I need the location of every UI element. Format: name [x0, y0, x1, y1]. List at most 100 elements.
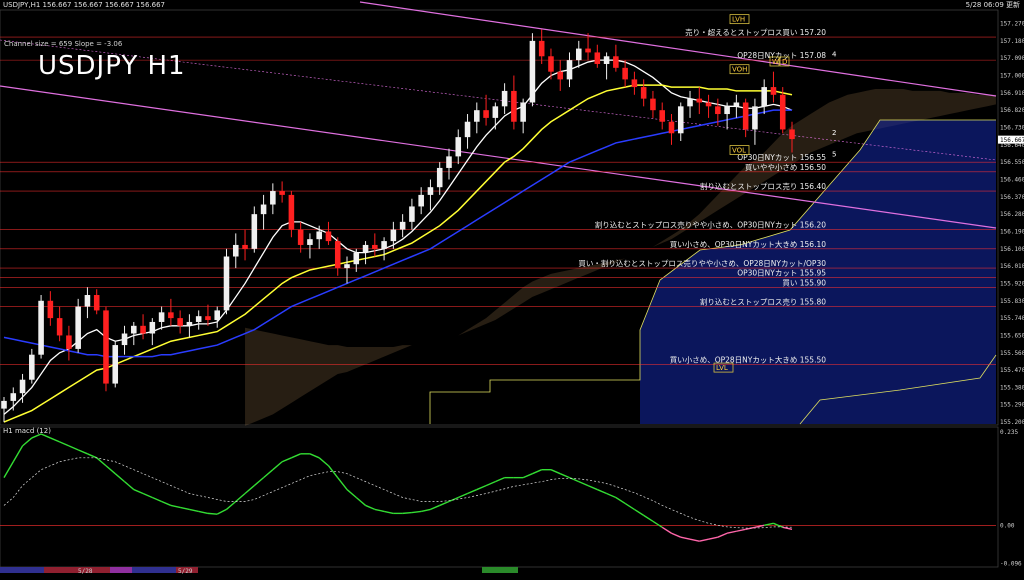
price-tick-label: 156.820 — [1000, 107, 1024, 114]
candle-body — [372, 244, 378, 249]
candle-body — [585, 48, 591, 53]
candle-body — [121, 333, 128, 346]
candle-body — [668, 121, 675, 134]
time-tick-label: 5/28 — [78, 568, 93, 575]
candle-body — [696, 98, 703, 103]
candle-body — [56, 318, 63, 336]
price-tick-label: 155.920 — [1000, 280, 1024, 287]
candle-body — [594, 52, 601, 64]
session-bar — [110, 567, 132, 573]
price-tick-label: 157.090 — [1000, 55, 1024, 62]
candle-body — [390, 229, 397, 242]
candle-body — [168, 312, 174, 319]
chart-window: 売り・超えるとストップロス買い 157.20 OP28日NYカット 157.08 O… — [0, 0, 1024, 576]
candle-body — [742, 102, 749, 130]
candle-body — [436, 167, 443, 188]
price-tick-label: 156.100 — [1000, 246, 1024, 253]
price-chart-svg[interactable]: 売り・超えるとストップロス買い 157.20OP28日NYカット 157.08O… — [0, 0, 1024, 576]
candle-body — [112, 345, 119, 384]
candle-body — [640, 87, 647, 99]
candle-body — [520, 102, 526, 122]
channel-info: Channel size = 659 Slope = -3.06 — [4, 40, 123, 48]
price-tick-label: 155.200 — [1000, 419, 1024, 426]
candle-body — [501, 90, 508, 107]
candle-body — [214, 310, 221, 321]
candle-body — [242, 244, 248, 249]
candle-body — [557, 71, 564, 80]
macd-title: H1 macd (12) — [3, 427, 51, 435]
candle-body — [344, 264, 350, 269]
candle-body — [131, 325, 137, 334]
marker-label: LVH — [732, 16, 745, 24]
current-price-label: 156.667 — [1000, 137, 1024, 144]
candle-body — [705, 102, 712, 107]
macd-tick-label: 0.235 — [1000, 429, 1018, 436]
candle-body — [631, 79, 638, 88]
candle-body — [650, 98, 656, 111]
candle-body — [538, 40, 545, 57]
candle-body — [223, 256, 230, 311]
candle-body — [575, 48, 582, 61]
candle-body — [529, 40, 536, 103]
price-tick-label: 155.560 — [1000, 350, 1024, 357]
candle-body — [733, 102, 740, 107]
price-tick-label: 156.550 — [1000, 159, 1024, 166]
candle-body — [279, 191, 285, 195]
price-tick-label: 155.290 — [1000, 402, 1024, 409]
price-tick-label: 156.460 — [1000, 176, 1024, 183]
candle-body — [427, 187, 434, 195]
candle-body — [325, 231, 332, 242]
level-label: 割り込むとストップロス売りやや小さめ、OP30日NYカット 156.20 — [595, 220, 827, 230]
level-label: 割り込むとストップロス売り 156.40 — [700, 181, 826, 191]
candle-body — [93, 295, 100, 311]
price-tick-label: 155.650 — [1000, 332, 1024, 339]
price-tick-label: 156.370 — [1000, 194, 1024, 201]
candle-body — [75, 306, 81, 349]
candle-body — [232, 244, 239, 257]
candle-body — [511, 90, 517, 122]
level-label: 買い・割り込むとストップロス売りやや小さめ、OP28日NYカット/OP30 — [578, 258, 826, 268]
candle-body — [316, 231, 322, 240]
macd-tick-label: 0.00 — [1000, 522, 1015, 529]
candle-body — [474, 110, 480, 122]
candle-body — [492, 106, 499, 118]
candle-body — [789, 129, 795, 140]
price-tick-label: 156.280 — [1000, 211, 1024, 218]
candle-body — [613, 56, 619, 68]
candle-body — [715, 106, 721, 115]
marker-label: 2 — [832, 129, 836, 137]
candle-body — [409, 206, 415, 222]
symbol-info: USDJPY,H1 156.667 156.667 156.667 156.66… — [3, 1, 165, 9]
candle-body — [659, 110, 665, 122]
marker-label: VOL — [732, 147, 746, 155]
candle-body — [177, 318, 183, 326]
candle-body — [724, 106, 730, 115]
candle-body — [47, 300, 54, 319]
candle-body — [418, 194, 424, 207]
candle-body — [307, 239, 313, 245]
candle-body — [483, 110, 489, 118]
candle-body — [464, 121, 471, 138]
macd-main-segment — [207, 512, 218, 515]
price-tick-label: 155.470 — [1000, 367, 1024, 374]
candle-body — [1, 400, 7, 409]
candle-body — [752, 106, 758, 130]
session-bar — [0, 567, 22, 573]
price-tick-label: 155.740 — [1000, 315, 1024, 322]
candle-body — [10, 393, 17, 401]
candle-body — [677, 106, 684, 134]
level-label: 割り込むとストップロス売り 155.80 — [700, 297, 826, 307]
price-tick-label: 156.010 — [1000, 263, 1024, 270]
candle-body — [603, 56, 610, 64]
candle-body — [455, 137, 462, 157]
candle-body — [140, 325, 146, 334]
candle-body — [149, 321, 156, 334]
price-tick-label: 157.270 — [1000, 21, 1024, 28]
chart-big-title: USDJPY H1 — [38, 51, 186, 81]
marker-label: LVL — [716, 364, 728, 372]
marker-label: W — [772, 58, 779, 66]
candle-body — [353, 252, 360, 265]
candle-body — [297, 229, 304, 245]
marker-label: VOH — [732, 66, 747, 74]
candle-body — [270, 191, 276, 205]
